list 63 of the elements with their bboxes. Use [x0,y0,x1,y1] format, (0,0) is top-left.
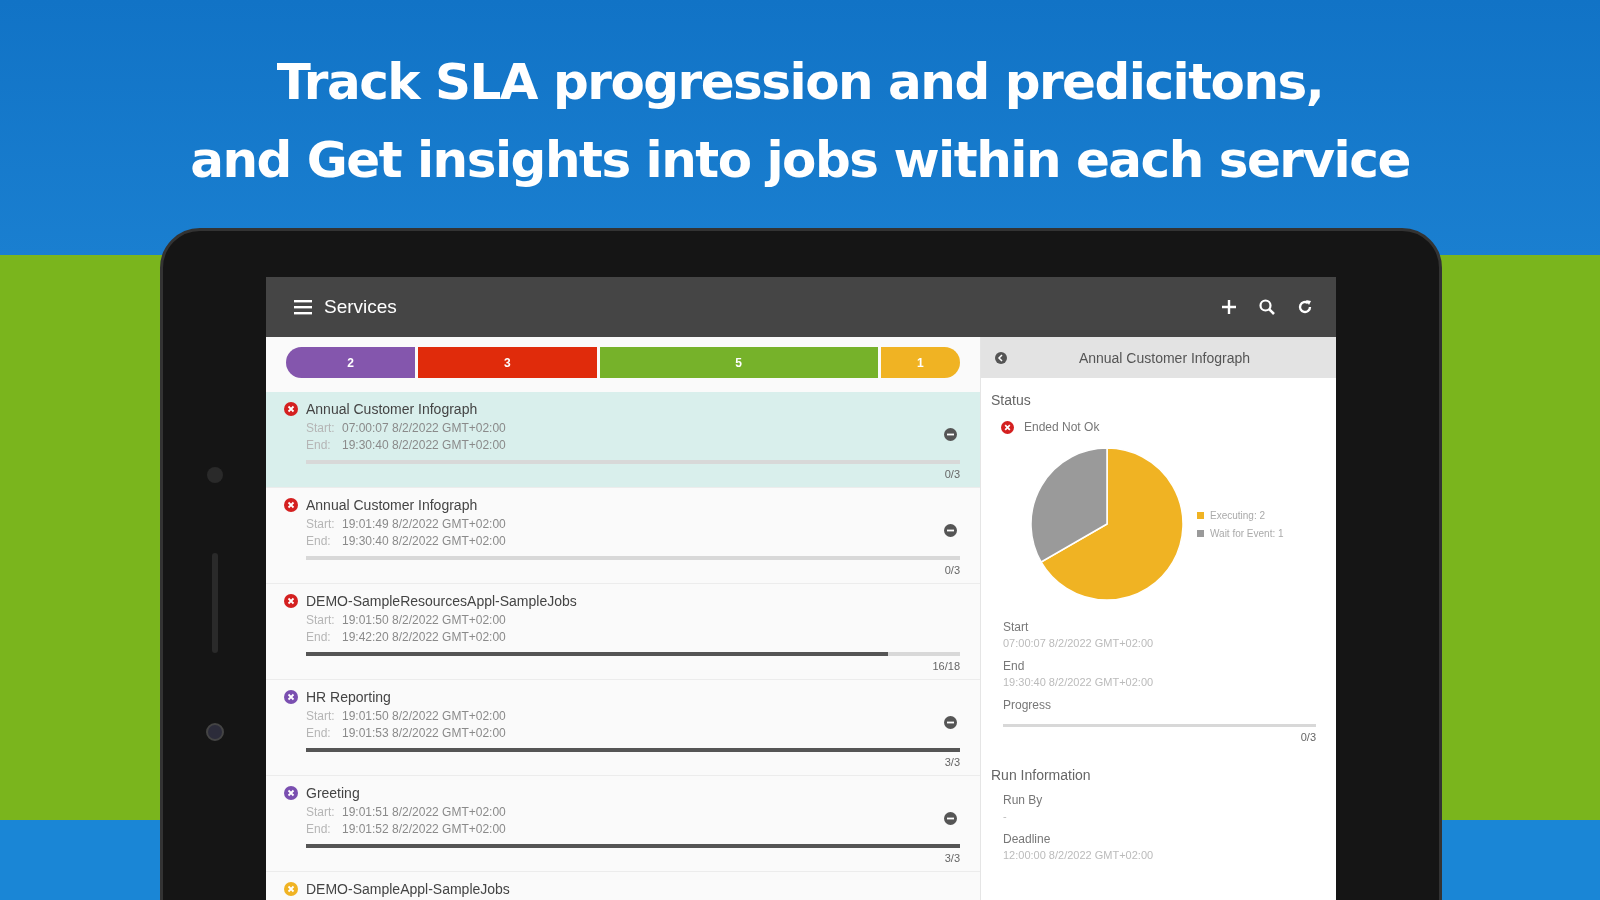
collapse-icon[interactable] [944,812,957,825]
collapse-icon[interactable] [944,716,957,729]
sensor-icon [205,723,224,741]
start-time: 19:01:50 8/2/2022 GMT+02:00 [342,613,506,627]
service-name: DEMO-SampleAppl-SampleJobs [306,881,510,897]
end-label: End: [306,534,332,548]
service-name: DEMO-SampleResourcesAppl-SampleJobs [306,593,577,609]
progress-count: 0/3 [1299,731,1316,743]
app-title: Services [324,296,397,318]
end-time: 19:42:20 8/2/2022 GMT+02:00 [342,630,506,644]
start-time: 19:01:51 8/2/2022 GMT+02:00 [342,805,506,819]
progress-count: 3/3 [943,852,960,864]
end-time: 19:30:40 8/2/2022 GMT+02:00 [342,438,506,452]
start-label: Start: [306,421,334,435]
status-icon [1001,420,1014,434]
service-name: Annual Customer Infograph [306,497,478,513]
start-time: 19:01:50 8/2/2022 GMT+02:00 [342,709,506,723]
field-label: Run By [1003,793,1044,807]
progress-count: 3/3 [943,756,960,768]
start-label: Start: [306,709,334,723]
start-label: Start: [306,613,334,627]
field-value: - [1003,810,1008,822]
end-time: 19:01:53 8/2/2022 GMT+02:00 [342,726,506,740]
start-time: 07:00:07 8/2/2022 GMT+02:00 [342,421,506,435]
summary-segment[interactable]: 3 [418,347,597,378]
collapse-icon[interactable] [944,524,957,537]
end-time: 19:01:52 8/2/2022 GMT+02:00 [342,822,506,836]
end-time: 19:30:40 8/2/2022 GMT+02:00 [342,534,506,548]
detail-title: Annual Customer Infograph [1077,349,1252,366]
service-name: Greeting [306,785,360,801]
service-name: HR Reporting [306,689,391,705]
end-label: End: [306,822,332,836]
headline-text: Track SLA progression and predicitons, [276,52,1324,112]
field-label: Deadline [1003,832,1052,846]
headline-text: and Get insights into jobs within each service [190,130,1410,190]
field-value: 19:30:40 8/2/2022 GMT+02:00 [1003,676,1155,688]
field-label: End [1003,659,1026,673]
field-label: Start [1003,620,1030,634]
field-value: 12:00:00 8/2/2022 GMT+02:00 [1003,849,1155,861]
field-label: Progress [1003,698,1053,712]
progress-count: 0/3 [943,468,960,480]
legend-swatch [1197,529,1204,537]
legend-label: Executing: 2 [1210,509,1266,521]
section-heading: Status [991,392,1032,408]
summary-segment[interactable]: 2 [286,347,416,378]
service-row[interactable]: Annual Customer Infograph Start: 07:00:07 8/2/2022 GMT+02:00 End: 19:30:40 8/2/2022 GMT+02:00 0/3 [266,392,980,488]
end-label: End: [306,630,332,644]
collapse-icon[interactable] [944,428,957,441]
legend-swatch [1197,511,1204,519]
start-label: Start: [306,517,334,531]
end-label: End: [306,438,332,452]
legend-label: Wait for Event: 1 [1210,527,1284,539]
service-name: Annual Customer Infograph [306,401,478,417]
section-heading: Run Information [991,767,1092,783]
back-icon[interactable] [995,351,1007,364]
end-label: End: [306,726,332,740]
progress-count: 16/18 [931,660,960,672]
progress-count: 0/3 [943,564,960,576]
status-text: Ended Not Ok [1024,420,1100,434]
field-value: 07:00:07 8/2/2022 GMT+02:00 [1003,637,1155,649]
start-label: Start: [306,805,334,819]
menu-icon[interactable] [292,297,314,317]
start-time: 19:01:49 8/2/2022 GMT+02:00 [342,517,506,531]
